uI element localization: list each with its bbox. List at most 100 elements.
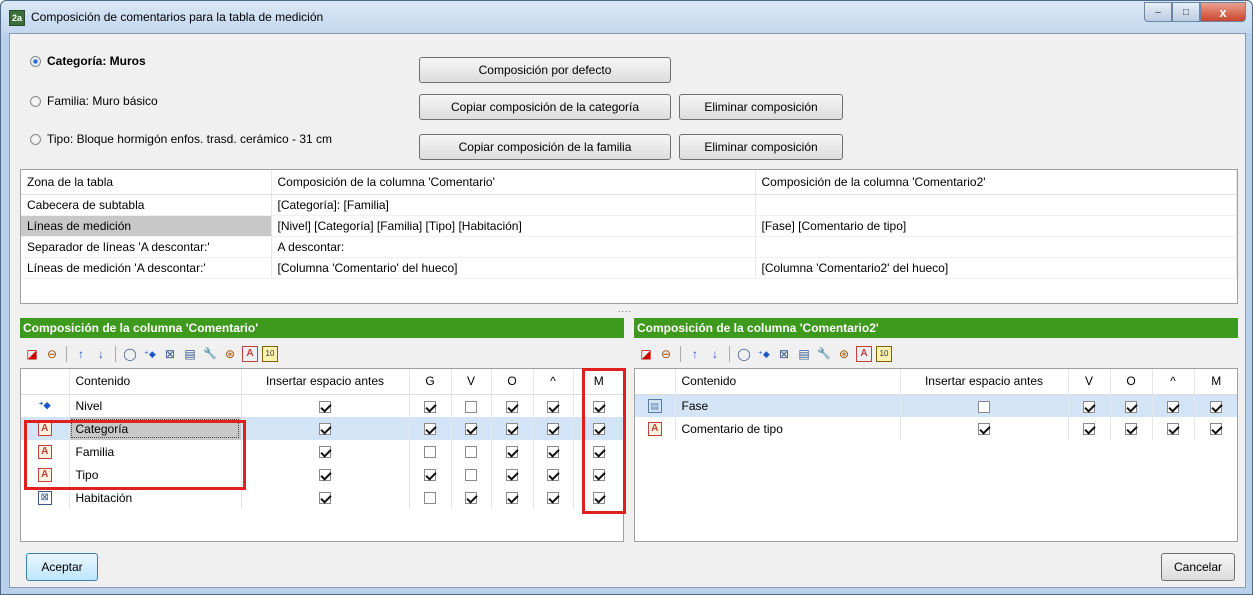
checkbox[interactable]	[424, 469, 436, 482]
phase-icon[interactable]: ▤	[796, 346, 812, 362]
checkbox[interactable]	[465, 400, 477, 413]
zones-row[interactable]: Líneas de medición 'A descontar:' [Colum…	[21, 257, 1237, 279]
checkbox[interactable]	[465, 446, 477, 459]
close-button[interactable]: x	[1200, 2, 1246, 22]
shape-icon[interactable]: ◯	[736, 346, 752, 362]
accept-button[interactable]: Aceptar	[26, 553, 98, 581]
copy-family-button[interactable]: Copiar composición de la familia	[419, 134, 671, 160]
checkbox[interactable]	[1125, 400, 1137, 413]
col-contenido[interactable]: Contenido	[675, 369, 901, 395]
checkbox[interactable]	[465, 423, 477, 436]
checkbox[interactable]	[547, 400, 559, 413]
title-bar[interactable]: 2a Composición de comentarios para la ta…	[1, 1, 1252, 33]
col-espacio[interactable]: Insertar espacio antes	[241, 369, 410, 395]
parameter-icon[interactable]: ⊛	[836, 346, 852, 362]
checkbox[interactable]	[319, 469, 331, 482]
checkbox[interactable]	[1083, 400, 1095, 413]
col-o[interactable]: O	[491, 369, 534, 395]
delete-icon[interactable]: ◪	[638, 346, 654, 362]
radio-tipo[interactable]: Tipo: Bloque hormigón enfos. trasd. cerá…	[30, 132, 332, 146]
edit-icon[interactable]: ⊖	[658, 346, 674, 362]
shape-icon[interactable]: ◯	[122, 346, 138, 362]
checkbox[interactable]	[319, 446, 331, 459]
checkbox[interactable]	[1167, 400, 1179, 413]
checkbox[interactable]	[424, 423, 436, 436]
table-row-selected[interactable]: ▤ Fase	[635, 394, 1237, 417]
col-v[interactable]: V	[1068, 369, 1111, 395]
text-icon[interactable]: A	[242, 346, 258, 362]
checkbox[interactable]	[465, 469, 477, 482]
zone-comentario2[interactable]: [Fase] [Comentario de tipo]	[755, 215, 1237, 237]
checkbox[interactable]	[547, 423, 559, 436]
checkbox[interactable]	[978, 400, 990, 413]
radio-familia[interactable]: Familia: Muro básico	[30, 94, 158, 108]
checkbox[interactable]	[424, 446, 436, 459]
copy-category-button[interactable]: Copiar composición de la categoría	[419, 94, 671, 120]
zone-comentario2[interactable]	[755, 194, 1237, 216]
checkbox[interactable]	[319, 423, 331, 436]
table-row[interactable]: A Comentario de tipo	[635, 417, 1237, 440]
number-icon[interactable]: 10	[262, 346, 278, 362]
arrow-down-icon[interactable]: ↓	[93, 346, 109, 362]
splitter-handle[interactable]: ....	[618, 304, 632, 314]
checkbox[interactable]	[506, 446, 518, 459]
text-icon[interactable]: A	[856, 346, 872, 362]
checkbox[interactable]	[547, 492, 559, 505]
arrow-up-icon[interactable]: ↑	[73, 346, 89, 362]
checkbox[interactable]	[506, 423, 518, 436]
checkbox[interactable]	[319, 492, 331, 505]
arrow-down-icon[interactable]: ↓	[707, 346, 723, 362]
tool-icon[interactable]: 🔧	[202, 346, 218, 362]
checkbox[interactable]	[547, 469, 559, 482]
default-composition-button[interactable]: Composición por defecto	[419, 57, 671, 83]
minimize-button[interactable]: –	[1144, 2, 1172, 22]
col-contenido[interactable]: Contenido	[69, 369, 242, 395]
number-icon[interactable]: 10	[876, 346, 892, 362]
zone-comentario2[interactable]	[755, 236, 1237, 258]
col-v[interactable]: V	[451, 369, 492, 395]
radio-categoria[interactable]: Categoría: Muros	[30, 54, 146, 68]
checkbox[interactable]	[506, 469, 518, 482]
level-icon[interactable]: ⁺◆	[756, 346, 772, 362]
checkbox[interactable]	[978, 423, 990, 436]
zones-row-selected[interactable]: Líneas de medición [Nivel] [Categoría] […	[21, 215, 1237, 237]
zones-col-comentario[interactable]: Composición de la columna 'Comentario'	[271, 170, 756, 195]
checkbox[interactable]	[547, 446, 559, 459]
delete-composition-button-1[interactable]: Eliminar composición	[679, 94, 843, 120]
col-o[interactable]: O	[1110, 369, 1153, 395]
checkbox[interactable]	[1125, 423, 1137, 436]
room-icon[interactable]: ⊠	[162, 346, 178, 362]
col-espacio[interactable]: Insertar espacio antes	[900, 369, 1069, 395]
zones-row[interactable]: Cabecera de subtabla [Categoría]: [Famil…	[21, 194, 1237, 216]
checkbox[interactable]	[506, 492, 518, 505]
zone-comentario[interactable]: [Categoría]: [Familia]	[271, 194, 756, 216]
delete-icon[interactable]: ◪	[24, 346, 40, 362]
checkbox[interactable]	[1083, 423, 1095, 436]
checkbox[interactable]	[424, 400, 436, 413]
room-icon[interactable]: ⊠	[776, 346, 792, 362]
checkbox[interactable]	[424, 492, 436, 505]
checkbox[interactable]	[1167, 423, 1179, 436]
delete-composition-button-2[interactable]: Eliminar composición	[679, 134, 843, 160]
zones-row[interactable]: Separador de líneas 'A descontar:' A des…	[21, 236, 1237, 258]
parameter-icon[interactable]: ⊛	[222, 346, 238, 362]
checkbox[interactable]	[506, 400, 518, 413]
arrow-up-icon[interactable]: ↑	[687, 346, 703, 362]
zone-comentario[interactable]: [Columna 'Comentario' del hueco]	[271, 257, 756, 279]
checkbox[interactable]	[1210, 423, 1223, 436]
maximize-button[interactable]: □	[1172, 2, 1200, 22]
zone-comentario[interactable]: [Nivel] [Categoría] [Familia] [Tipo] [Ha…	[271, 215, 756, 237]
zone-comentario[interactable]: A descontar:	[271, 236, 756, 258]
phase-icon[interactable]: ▤	[182, 346, 198, 362]
level-icon[interactable]: ⁺◆	[142, 346, 158, 362]
checkbox[interactable]	[319, 400, 331, 413]
edit-icon[interactable]: ⊖	[44, 346, 60, 362]
checkbox[interactable]	[465, 492, 477, 505]
col-caret[interactable]: ^	[1152, 369, 1195, 395]
cancel-button[interactable]: Cancelar	[1161, 553, 1235, 581]
col-caret[interactable]: ^	[533, 369, 574, 395]
zones-col-zone[interactable]: Zona de la tabla	[21, 170, 272, 195]
zones-col-comentario2[interactable]: Composición de la columna 'Comentario2'	[755, 170, 1237, 195]
col-m[interactable]: M	[1194, 369, 1237, 395]
table-row[interactable]: ⁺◆ Nivel	[21, 394, 623, 417]
